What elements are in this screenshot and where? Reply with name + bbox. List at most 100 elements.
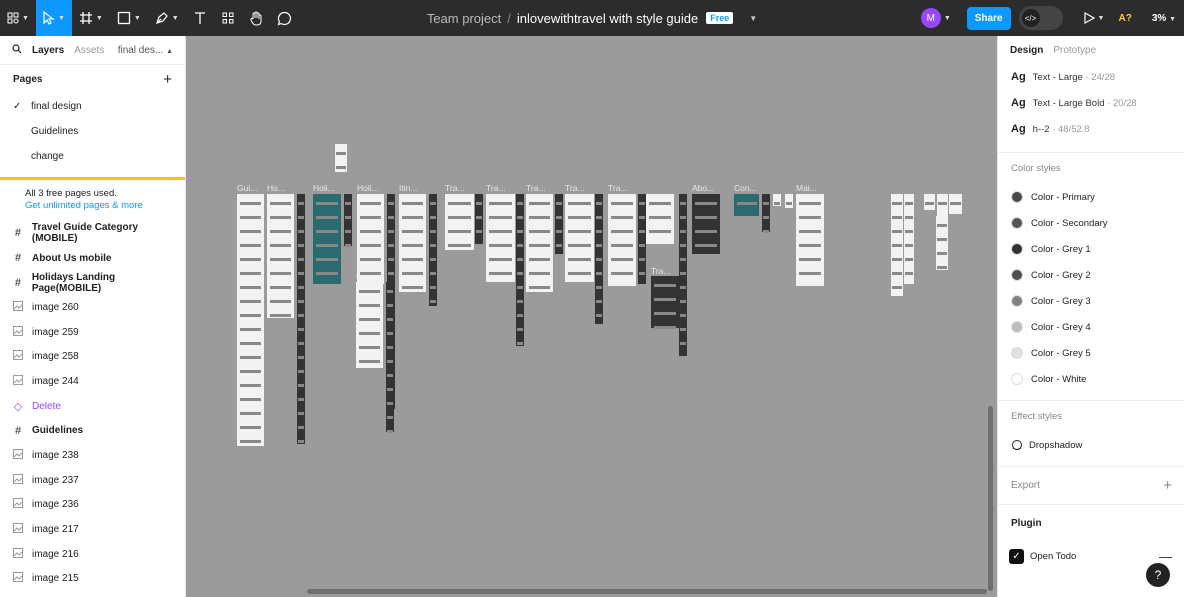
layer-item[interactable]: image 57 <box>0 591 185 597</box>
effect-style-item[interactable]: Dropshadow <box>998 432 1184 458</box>
frame-label[interactable]: Holi... <box>357 183 379 193</box>
canvas-frame[interactable] <box>475 194 483 244</box>
canvas-frame[interactable] <box>608 194 636 286</box>
frame-label[interactable]: Tra... <box>565 183 585 193</box>
canvas-frame[interactable] <box>638 194 646 284</box>
text-style-item[interactable]: Ag Text - Large · 24/28 <box>998 64 1184 90</box>
chevron-down-icon[interactable]: ▼ <box>944 15 951 22</box>
layer-item[interactable]: # Travel Guide Category (MOBILE) <box>0 221 185 246</box>
search-icon[interactable] <box>12 43 22 57</box>
canvas-frame[interactable] <box>486 194 515 282</box>
canvas-frame[interactable] <box>386 282 394 433</box>
color-style-item[interactable]: Color - White <box>998 366 1184 392</box>
layer-item[interactable]: image 237 <box>0 468 185 493</box>
page-item[interactable]: change <box>0 144 185 169</box>
layer-item[interactable]: image 258 <box>0 344 185 369</box>
resources-tool-button[interactable] <box>214 0 242 36</box>
canvas-frame[interactable] <box>679 194 687 356</box>
color-style-item[interactable]: Color - Grey 1 <box>998 236 1184 262</box>
frame-label[interactable]: Abo... <box>692 183 714 193</box>
layer-item[interactable]: image 260 <box>0 295 185 320</box>
page-item[interactable]: ✓ final design <box>0 94 185 119</box>
canvas-frame[interactable] <box>357 194 384 284</box>
frame-label[interactable]: Ho... <box>267 183 285 193</box>
main-menu-button[interactable]: ▼ <box>0 0 36 36</box>
page-item[interactable]: Guidelines <box>0 119 185 144</box>
canvas-frame[interactable] <box>924 194 935 210</box>
canvas-frame[interactable] <box>445 194 474 250</box>
canvas-frame[interactable] <box>297 194 305 444</box>
canvas-frame[interactable] <box>651 276 679 329</box>
frame-label[interactable]: Gui... <box>237 183 257 193</box>
canvas-frame[interactable] <box>936 216 948 270</box>
canvas-frame[interactable] <box>904 194 914 284</box>
add-export-icon[interactable]: + <box>1163 477 1172 494</box>
canvas-frame[interactable] <box>734 194 759 216</box>
canvas-frame[interactable] <box>313 194 341 284</box>
canvas-frame[interactable] <box>595 194 603 324</box>
add-page-icon[interactable]: + <box>163 71 172 88</box>
remove-plugin-icon[interactable]: — <box>1159 549 1172 564</box>
layer-item[interactable]: image 244 <box>0 369 185 394</box>
frame-label[interactable]: Con... <box>734 183 757 193</box>
layer-item[interactable]: ◇ Delete <box>0 394 185 419</box>
canvas-frame[interactable] <box>267 194 294 318</box>
file-name[interactable]: inlovewithtravel with style guide <box>517 11 698 26</box>
layer-item[interactable]: image 236 <box>0 493 185 518</box>
frame-label[interactable]: Tra... <box>526 183 546 193</box>
color-style-item[interactable]: Color - Grey 3 <box>998 288 1184 314</box>
canvas-frame[interactable] <box>762 194 770 233</box>
canvas-frame[interactable] <box>949 194 962 214</box>
tab-design[interactable]: Design <box>1010 45 1043 56</box>
color-style-item[interactable]: Color - Primary <box>998 184 1184 210</box>
canvas-frame[interactable] <box>565 194 594 282</box>
color-style-item[interactable]: Color - Grey 4 <box>998 314 1184 340</box>
layer-item[interactable]: image 238 <box>0 443 185 468</box>
canvas-frame[interactable] <box>399 194 426 292</box>
layer-item[interactable]: image 259 <box>0 320 185 345</box>
canvas-frame[interactable] <box>429 194 437 306</box>
upgrade-link[interactable]: Get unlimited pages & more <box>25 200 143 211</box>
canvas-frame[interactable] <box>237 194 264 446</box>
layer-item[interactable]: # About Us mobile <box>0 246 185 271</box>
canvas-frame[interactable] <box>937 194 948 219</box>
frame-label[interactable]: Tra... <box>651 266 671 276</box>
frame-label[interactable]: Tra... <box>486 183 506 193</box>
canvas-frame[interactable] <box>356 282 383 368</box>
present-button[interactable]: ▼ <box>1083 12 1104 24</box>
help-button[interactable]: ? <box>1146 563 1170 587</box>
current-page-dropdown[interactable]: final des... ▲ <box>118 45 173 56</box>
tab-prototype[interactable]: Prototype <box>1053 45 1096 56</box>
text-tool-button[interactable] <box>186 0 214 36</box>
share-button[interactable]: Share <box>966 6 1011 30</box>
move-tool-button[interactable]: ▼ <box>35 0 72 36</box>
color-style-item[interactable]: Color - Grey 2 <box>998 262 1184 288</box>
frame-label[interactable]: Tra... <box>608 183 628 193</box>
canvas-frame[interactable] <box>891 194 903 296</box>
tab-assets[interactable]: Assets <box>74 45 104 56</box>
layer-item[interactable]: image 216 <box>0 542 185 567</box>
canvas-frame[interactable] <box>773 194 781 206</box>
pen-tool-button[interactable]: ▼ <box>148 0 186 36</box>
plugin-badge[interactable]: A? <box>1118 13 1131 24</box>
frame-label[interactable]: Holi... <box>313 183 335 193</box>
color-style-item[interactable]: Color - Secondary <box>998 210 1184 236</box>
team-name-link[interactable]: Team project <box>427 11 501 26</box>
frame-tool-button[interactable]: ▼ <box>72 0 110 36</box>
layer-item[interactable]: image 217 <box>0 517 185 542</box>
canvas-frame[interactable] <box>555 194 563 254</box>
frame-label[interactable]: Itin... <box>399 183 417 193</box>
color-style-item[interactable]: Color - Grey 5 <box>998 340 1184 366</box>
layer-item[interactable]: # Guidelines <box>0 419 185 444</box>
frame-label[interactable]: Tra... <box>445 183 465 193</box>
text-style-item[interactable]: Ag Text - Large Bold · 20/28 <box>998 90 1184 116</box>
canvas-frame[interactable] <box>344 194 352 247</box>
frame-label[interactable]: Mai... <box>796 183 817 193</box>
canvas-frame[interactable] <box>796 194 824 286</box>
zoom-level[interactable]: 3% ▼ <box>1152 13 1176 24</box>
horizontal-scrollbar[interactable] <box>307 589 987 594</box>
canvas-frame[interactable] <box>335 144 347 172</box>
canvas-frame[interactable] <box>785 194 793 208</box>
tab-layers[interactable]: Layers <box>32 45 64 56</box>
canvas-frame[interactable] <box>646 194 674 244</box>
